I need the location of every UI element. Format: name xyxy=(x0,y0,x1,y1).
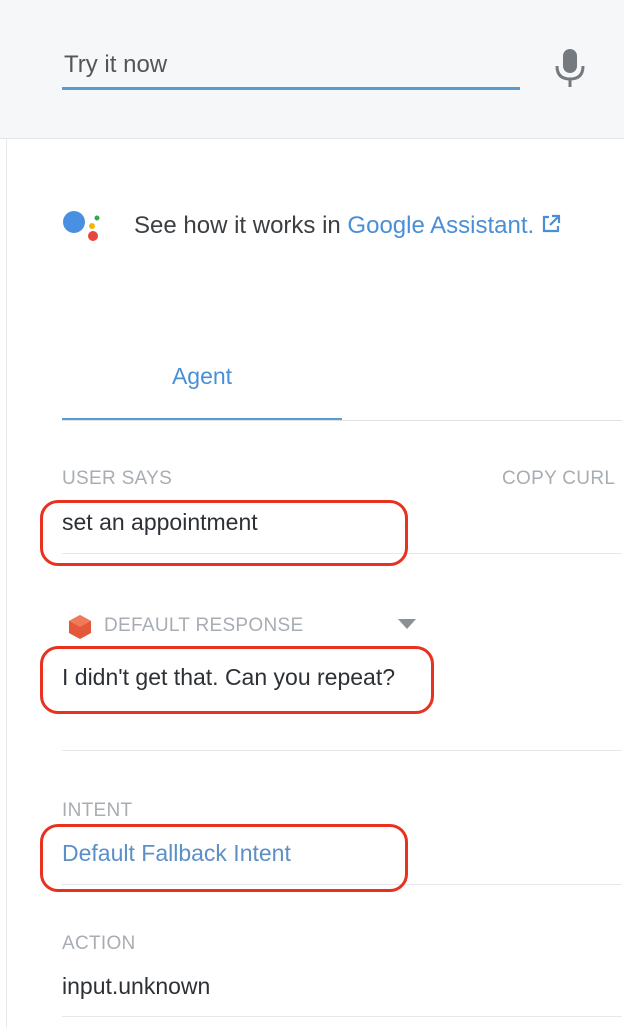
action-label: ACTION xyxy=(62,933,136,954)
response-hexagon-icon xyxy=(69,615,91,639)
intent-label: INTENT xyxy=(62,800,133,821)
user-says-value: set an appointment xyxy=(62,509,258,535)
tab-divider xyxy=(62,420,622,421)
external-link-icon[interactable] xyxy=(540,213,562,235)
default-response-value: I didn't get that. Can you repeat? xyxy=(62,664,396,690)
copy-curl-button[interactable]: COPY CURL xyxy=(502,468,615,490)
action-value: input.unknown xyxy=(62,973,211,999)
microphone-icon[interactable] xyxy=(552,46,588,90)
divider xyxy=(62,884,622,885)
default-response-label: DEFAULT RESPONSE xyxy=(104,615,304,636)
divider xyxy=(62,553,622,554)
intent-value[interactable]: Default Fallback Intent xyxy=(62,840,291,867)
user-says-label: USER SAYS xyxy=(62,468,173,489)
google-assistant-link[interactable]: Google Assistant. xyxy=(347,212,534,239)
chevron-down-icon[interactable] xyxy=(398,619,416,629)
try-it-input[interactable] xyxy=(62,46,520,90)
tab-agent[interactable]: Agent xyxy=(62,350,342,420)
try-it-bar xyxy=(0,0,624,139)
divider xyxy=(62,1016,622,1017)
google-assistant-text: See how it works in Google Assistant. xyxy=(134,212,562,240)
panel-border xyxy=(6,138,7,1028)
google-assistant-logo xyxy=(62,204,106,248)
divider xyxy=(62,750,622,751)
google-assistant-row: See how it works in Google Assistant. xyxy=(62,204,562,248)
assistant-prefix: See how it works in xyxy=(134,212,348,239)
